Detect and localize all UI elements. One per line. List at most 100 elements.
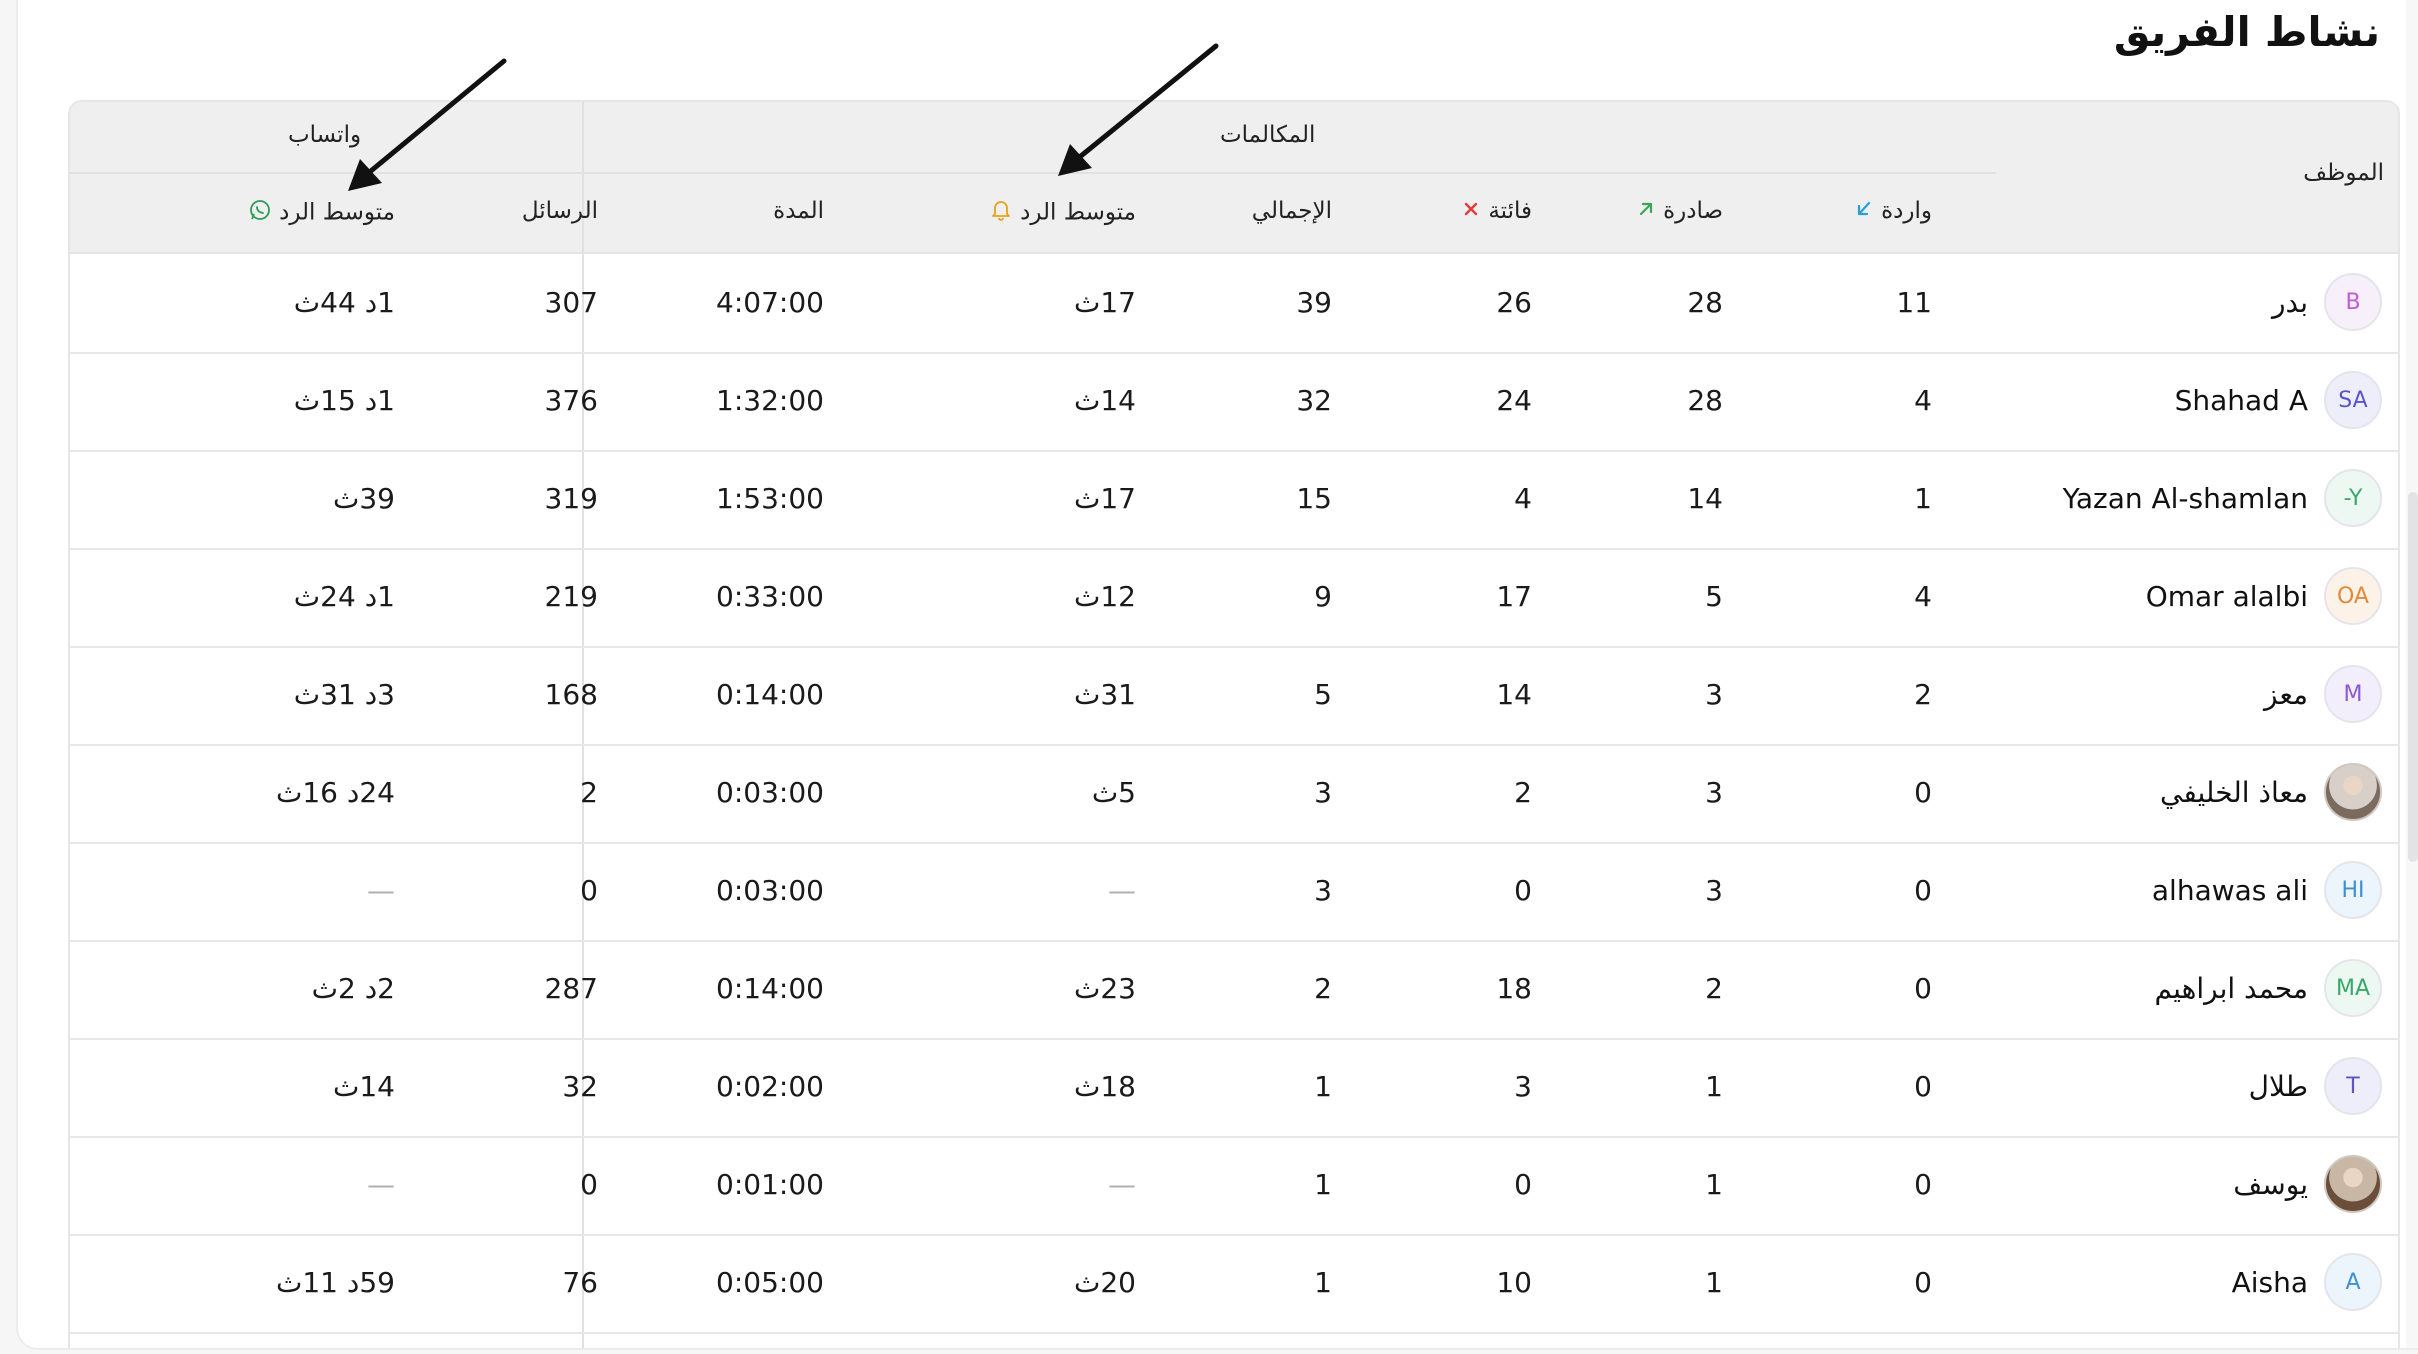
page-title: نشاط الفريق — [2113, 8, 2380, 56]
scrollbar-thumb[interactable] — [2408, 492, 2418, 862]
whatsapp-icon — [248, 198, 272, 228]
outgoing-cell: 3 — [1705, 874, 1723, 907]
table-row[interactable]: SA Shahad A 4 28 24 32 14ث 1:32:00 376 1د 15ث — [70, 352, 2398, 452]
table-row[interactable]: HI alhawas ali 0 3 0 3 — 0:03:00 0 — — [70, 842, 2398, 942]
messages-cell: 0 — [580, 1168, 598, 1201]
missed-cell: 4 — [1514, 482, 1532, 515]
scrollbar[interactable] — [2406, 0, 2418, 1348]
employee-name: يوسف — [2233, 1168, 2308, 1201]
duration-cell: 4:07:00 — [716, 286, 824, 319]
table-row[interactable]: MA محمد ابراهيم 0 2 18 2 23ث 0:14:00 287 2د 2ث — [70, 940, 2398, 1040]
call-avg-cell: 17ث — [1074, 482, 1136, 515]
employee-name: محمد ابراهيم — [2154, 972, 2308, 1005]
outgoing-cell: 3 — [1705, 776, 1723, 809]
avatar: T — [2324, 1057, 2382, 1115]
wa-avg-cell: 1د 24ث — [293, 580, 395, 613]
employee-name: طلال — [2248, 1070, 2308, 1103]
total-cell: 1 — [1314, 1266, 1332, 1299]
calls-group-header: المكالمات — [1220, 122, 1316, 148]
messages-cell: 0 — [580, 874, 598, 907]
wa-avg-cell: 3د 31ث — [293, 678, 395, 711]
employee-name: Aisha — [2231, 1266, 2308, 1299]
missed-cell: 10 — [1496, 1266, 1532, 1299]
messages-cell: 2 — [580, 776, 598, 809]
total-cell: 15 — [1296, 482, 1332, 515]
outgoing-cell: 2 — [1705, 972, 1723, 1005]
call-avg-cell: 23ث — [1074, 972, 1136, 1005]
table-row[interactable]: M معز 2 3 14 5 31ث 0:14:00 168 3د 31ث — [70, 646, 2398, 746]
messages-cell: 376 — [544, 384, 598, 417]
table-row[interactable]: B بدر 11 28 26 39 17ث 4:07:00 307 1د 44ث — [70, 254, 2398, 354]
incoming-header[interactable]: واردة — [1854, 198, 1932, 225]
wa-avg-cell: 1د 15ث — [293, 384, 395, 417]
call-avg-cell: 14ث — [1074, 384, 1136, 417]
duration-cell: 0:03:00 — [716, 776, 824, 809]
messages-cell: 287 — [544, 972, 598, 1005]
messages-header[interactable]: الرسائل — [522, 198, 598, 224]
table-row[interactable]: معاذ الخليفي 0 3 2 3 5ث 0:03:00 2 24د 16ث — [70, 744, 2398, 844]
avatar: A — [2324, 1253, 2382, 1311]
table-row[interactable]: T طلال 0 1 3 1 18ث 0:02:00 32 14ث — [70, 1038, 2398, 1138]
call-avg-cell: — — [1108, 874, 1136, 907]
call-avg-cell: 20ث — [1074, 1266, 1136, 1299]
table-row[interactable]: OA Omar alalbi 4 5 17 9 12ث 0:33:00 219 1د 24ث — [70, 548, 2398, 648]
total-cell: 39 — [1296, 286, 1332, 319]
duration-cell: 1:53:00 — [716, 482, 824, 515]
employee-name: بدر — [2271, 286, 2308, 319]
missed-cell: 24 — [1496, 384, 1532, 417]
messages-cell: 76 — [562, 1266, 598, 1299]
wa-avg-cell: 24د 16ث — [275, 776, 395, 809]
employee-name: Yazan Al-shamlan — [2062, 482, 2308, 515]
messages-cell: 307 — [544, 286, 598, 319]
employee-name: Omar alalbi — [2145, 580, 2308, 613]
employee-name: معاذ الخليفي — [2159, 776, 2308, 809]
outgoing-header[interactable]: صادرة — [1636, 198, 1723, 225]
call-avg-response-header[interactable]: متوسط الرد — [989, 198, 1136, 228]
table-row[interactable]: -Y Yazan Al-shamlan 1 14 4 15 17ث 1:53:00 319 39ث — [70, 450, 2398, 550]
outgoing-cell: 28 — [1687, 286, 1723, 319]
employee-name: معز — [2264, 678, 2308, 711]
messages-cell: 219 — [544, 580, 598, 613]
total-cell: 9 — [1314, 580, 1332, 613]
avatar: MA — [2324, 959, 2382, 1017]
missed-cell: 0 — [1514, 1168, 1532, 1201]
messages-cell: 168 — [544, 678, 598, 711]
incoming-cell: 0 — [1914, 972, 1932, 1005]
call-avg-cell: 5ث — [1091, 776, 1136, 809]
total-cell: 1 — [1314, 1168, 1332, 1201]
incoming-cell: 1 — [1914, 482, 1932, 515]
incoming-cell: 0 — [1914, 1070, 1932, 1103]
missed-cell: 0 — [1514, 874, 1532, 907]
messages-cell: 319 — [544, 482, 598, 515]
missed-cell: 26 — [1496, 286, 1532, 319]
incoming-cell: 4 — [1914, 384, 1932, 417]
outgoing-cell: 14 — [1687, 482, 1723, 515]
duration-header[interactable]: المدة — [773, 198, 824, 224]
employee-header[interactable]: الموظف — [2303, 160, 2384, 186]
total-cell: 2 — [1314, 972, 1332, 1005]
incoming-cell: 0 — [1914, 1266, 1932, 1299]
avatar-photo — [2324, 1155, 2382, 1213]
duration-cell: 0:14:00 — [716, 678, 824, 711]
avatar-photo — [2324, 763, 2382, 821]
table-row[interactable]: A Aisha 0 1 10 1 20ث 0:05:00 76 59د 11ث — [70, 1234, 2398, 1334]
missed-header[interactable]: فائتة — [1461, 198, 1532, 225]
wa-avg-cell: 39ث — [333, 482, 395, 515]
employee-name: alhawas ali — [2151, 874, 2308, 907]
call-avg-cell: — — [1108, 1168, 1136, 1201]
incoming-cell: 2 — [1914, 678, 1932, 711]
duration-cell: 0:02:00 — [716, 1070, 824, 1103]
outgoing-arrow-icon — [1636, 199, 1656, 225]
wa-avg-response-header[interactable]: متوسط الرد — [248, 198, 395, 228]
call-avg-cell: 12ث — [1074, 580, 1136, 613]
outgoing-cell: 1 — [1705, 1266, 1723, 1299]
total-header[interactable]: الإجمالي — [1252, 198, 1332, 224]
team-activity-table: واتساب المكالمات الموظف واردة صادرة فائت… — [68, 100, 2400, 1348]
total-cell: 3 — [1314, 776, 1332, 809]
call-avg-cell: 31ث — [1074, 678, 1136, 711]
table-row[interactable]: يوسف 0 1 0 1 — 0:01:00 0 — — [70, 1136, 2398, 1236]
avatar: -Y — [2324, 469, 2382, 527]
whatsapp-group-header: واتساب — [288, 122, 362, 148]
bell-icon — [989, 198, 1013, 228]
call-avg-cell: 18ث — [1074, 1070, 1136, 1103]
